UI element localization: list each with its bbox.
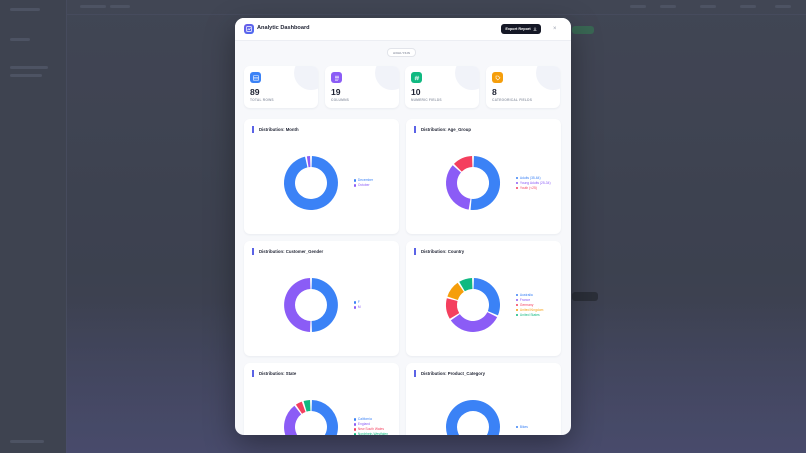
donut-chart: [283, 156, 338, 211]
stat-label: NUMERIC FIELDS: [411, 98, 442, 102]
legend-swatch: [516, 293, 519, 297]
legend-swatch: [354, 184, 357, 187]
decorative-blob: [375, 66, 399, 90]
table-icon: [250, 72, 261, 83]
stat-value: 19: [331, 87, 341, 97]
chart-legend: Bikes: [516, 425, 528, 430]
legend-swatch: [516, 313, 519, 317]
decorative-blob: [455, 66, 479, 90]
modal-title: Analytic Dashboard: [257, 25, 310, 31]
donut-slice-f[interactable]: [311, 278, 338, 332]
donut-slice-december[interactable]: [283, 156, 338, 211]
legend-swatch: [516, 186, 519, 190]
stat-value: 89: [250, 87, 260, 97]
legend-item[interactable]: Youth (<25): [516, 186, 551, 191]
donut-slice-adults-35-64-[interactable]: [470, 156, 501, 211]
stat-card: 89 TOTAL ROWS: [244, 66, 318, 108]
legend-swatch: [516, 181, 519, 185]
donut-chart: [446, 400, 500, 435]
donut-slice-germany[interactable]: [445, 298, 460, 319]
stat-label: COLUMNS: [331, 98, 350, 102]
donut-slice-m[interactable]: [284, 278, 311, 332]
legend-swatch: [354, 418, 357, 421]
legend-label: Youth (<25): [519, 185, 537, 190]
decorative-blob: [536, 66, 560, 90]
chart-legend: California England New South Wales Nordrhei…: [354, 417, 388, 435]
legend-swatch: [354, 428, 357, 431]
legend-item[interactable]: October: [354, 183, 373, 188]
export-report-label: Export Report: [505, 27, 531, 31]
donut-slice-bikes[interactable]: [446, 400, 500, 435]
download-icon: [533, 27, 537, 31]
decorative-blob: [294, 66, 318, 90]
dashboard-modal: Analytic Dashboard Export Report × ANALY…: [235, 18, 571, 435]
legend-swatch: [516, 298, 519, 302]
legend-swatch: [516, 308, 519, 312]
legend-swatch: [516, 303, 519, 307]
dashboard-icon: [244, 24, 254, 34]
legend-label: October: [357, 183, 370, 187]
legend-swatch: [516, 425, 519, 429]
legend-item[interactable]: M: [354, 305, 361, 310]
legend-label: United States: [519, 312, 540, 317]
donut-slice-california[interactable]: [311, 400, 338, 435]
chart-legend: Australia France Germany United Kingdom Unit…: [516, 293, 543, 318]
donut-slice-young-adults-25-34-[interactable]: [446, 165, 471, 210]
legend-item[interactable]: Nordrhein-Westfalen: [354, 432, 388, 435]
chart-card: Distribution: State California England New …: [244, 363, 399, 435]
stat-value: 10: [411, 87, 421, 97]
stat-value: 8: [492, 87, 497, 97]
legend-item[interactable]: Bikes: [516, 425, 528, 430]
stat-card: 19 COLUMNS: [325, 66, 399, 108]
donut-slice-october[interactable]: [306, 156, 311, 168]
donut-slice-france[interactable]: [450, 312, 498, 332]
donut-slice-australia[interactable]: [473, 278, 501, 316]
columns-icon: [331, 72, 342, 83]
stat-card: 10 NUMERIC FIELDS: [405, 66, 479, 108]
legend-item[interactable]: United States: [516, 313, 543, 318]
chart-card: Distribution: Age_Group Adults (35-64) You…: [406, 119, 561, 234]
legend-swatch: [354, 306, 357, 309]
export-report-button[interactable]: Export Report: [501, 24, 541, 34]
close-icon[interactable]: ×: [553, 25, 557, 33]
stat-label: TOTAL ROWS: [250, 98, 274, 102]
tag-icon: [492, 72, 503, 83]
chart-card: Distribution: Month December October: [244, 119, 399, 234]
donut-chart: [284, 278, 338, 332]
legend-swatch: [354, 433, 357, 435]
chart-legend: FM: [354, 300, 361, 310]
chart-card: Distribution: Product_Category Bikes: [406, 363, 561, 435]
chart-legend: Adults (35-64) Young Adults (25-34) Youth …: [516, 176, 551, 191]
legend-label: Nordrhein-Westfalen: [357, 432, 389, 435]
legend-swatch: [354, 301, 357, 304]
legend-swatch: [354, 423, 357, 426]
legend-label: M: [357, 305, 361, 309]
legend-swatch: [354, 179, 357, 182]
hash-icon: [411, 72, 422, 83]
chart-card: Distribution: Customer_Gender F M: [244, 241, 399, 356]
modal-header: Analytic Dashboard Export Report ×: [235, 18, 571, 41]
section-tag: ANALYSIS: [387, 48, 417, 57]
legend-swatch: [516, 176, 519, 180]
stat-card: 8 CATEGORICAL FIELDS: [486, 66, 560, 108]
chart-legend: December October: [354, 178, 373, 188]
legend-label: Bikes: [519, 424, 528, 429]
chart-card: Distribution: Country Australia France Germ…: [406, 241, 561, 356]
stat-label: CATEGORICAL FIELDS: [492, 98, 533, 102]
